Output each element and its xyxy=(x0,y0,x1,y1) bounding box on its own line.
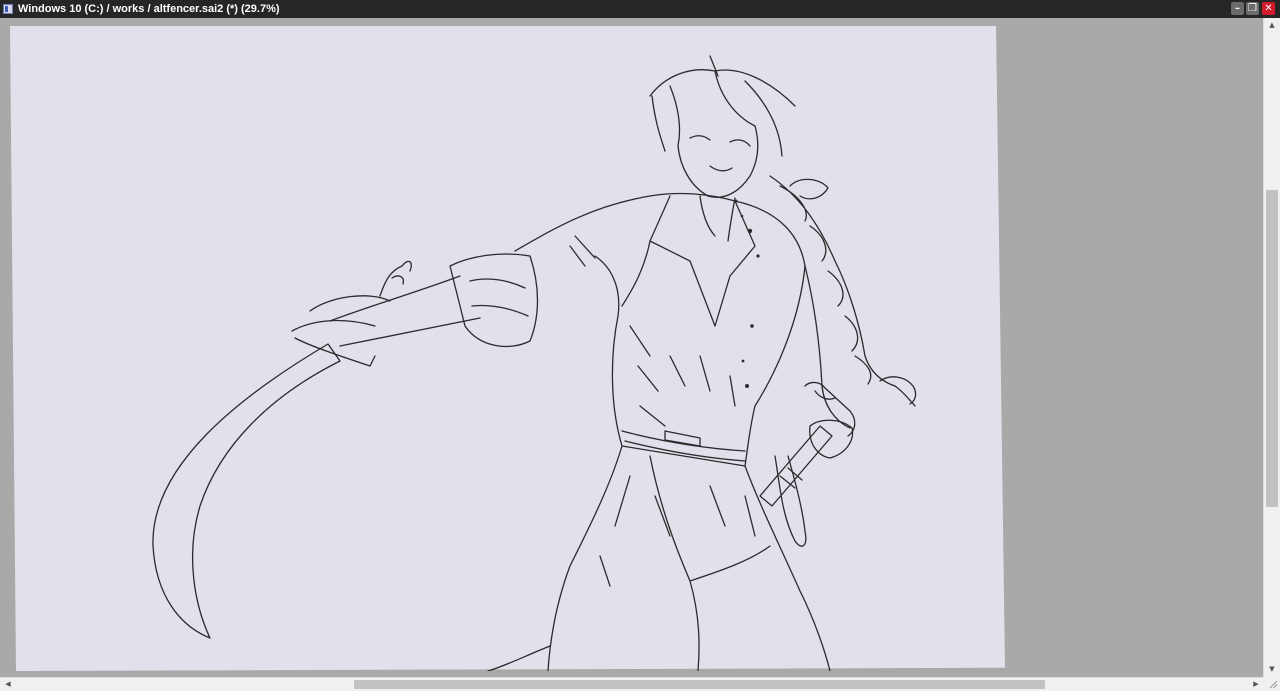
app-icon[interactable] xyxy=(3,4,13,14)
restore-button[interactable]: ❐ xyxy=(1246,2,1259,15)
scroll-right-arrow-icon[interactable]: ▶ xyxy=(1250,679,1262,690)
scroll-down-arrow-icon[interactable]: ▼ xyxy=(1266,664,1278,675)
horizontal-scrollbar[interactable]: ◀ ▶ xyxy=(0,677,1263,691)
saber-hilt xyxy=(291,295,391,367)
window-title: Windows 10 (C:) / works / altfencer.sai2… xyxy=(18,3,280,15)
braid xyxy=(769,175,896,387)
minimize-button[interactable]: – xyxy=(1231,2,1244,15)
vertical-scroll-thumb[interactable] xyxy=(1266,190,1278,507)
line-art-drawing[interactable] xyxy=(10,26,1005,671)
title-bar[interactable]: Windows 10 (C:) / works / altfencer.sai2… xyxy=(0,0,1280,18)
scroll-up-arrow-icon[interactable]: ▲ xyxy=(1266,20,1278,31)
shirt-collar xyxy=(649,195,756,327)
close-button[interactable]: ✕ xyxy=(1262,2,1275,15)
hair-front xyxy=(649,55,796,157)
horizontal-scroll-thumb[interactable] xyxy=(354,680,1045,689)
vertical-scrollbar[interactable]: ▲ ▼ xyxy=(1263,18,1280,677)
canvas-viewport[interactable] xyxy=(0,18,1263,677)
right-arm xyxy=(329,275,481,347)
sai2-window: Windows 10 (C:) / works / altfencer.sai2… xyxy=(0,0,1280,691)
ink-splatter xyxy=(747,228,753,234)
right-sleeve xyxy=(449,253,539,348)
saber-tassel xyxy=(379,260,412,297)
trousers xyxy=(547,445,831,671)
head-outline xyxy=(677,125,759,198)
left-arm xyxy=(804,265,851,429)
neck xyxy=(699,195,736,242)
face-features xyxy=(689,135,751,172)
saber-blade xyxy=(152,343,341,639)
shirt-body xyxy=(514,192,806,467)
scroll-left-arrow-icon[interactable]: ◀ xyxy=(2,679,14,690)
sword-sheath xyxy=(759,425,833,507)
rear-leg xyxy=(487,645,551,671)
resize-grip-icon[interactable] xyxy=(1263,677,1280,691)
